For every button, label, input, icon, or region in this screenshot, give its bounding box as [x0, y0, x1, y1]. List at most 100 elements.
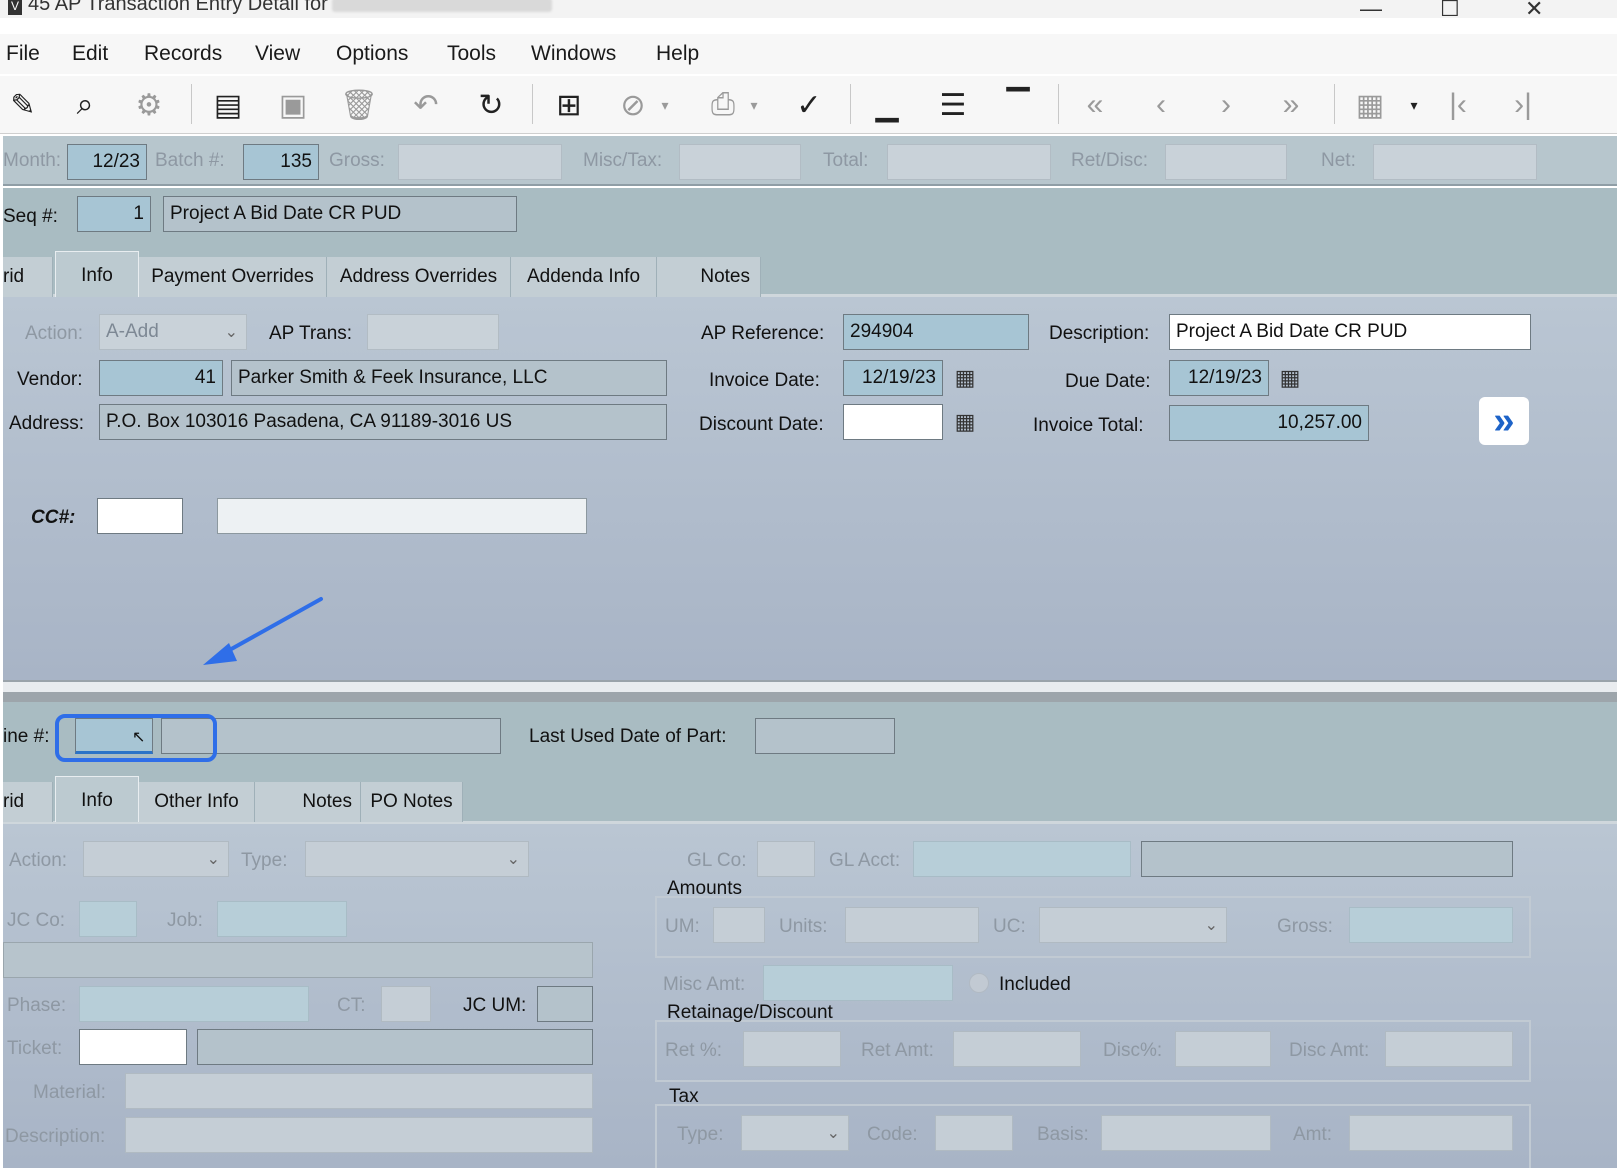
calendar-icon[interactable]: ▦: [949, 406, 981, 438]
line-action-dropdown[interactable]: ⌄: [83, 841, 229, 877]
maximize-button[interactable]: ☐: [1440, 0, 1460, 18]
layout-top-icon[interactable]: ▔: [995, 82, 1041, 128]
menu-view[interactable]: View: [255, 42, 300, 66]
line-description-input[interactable]: [125, 1117, 593, 1153]
minimize-button[interactable]: —: [1360, 0, 1382, 18]
disc-pct-field[interactable]: [1175, 1031, 1271, 1067]
undo-icon[interactable]: ↶: [403, 82, 449, 128]
tab-addenda-info[interactable]: Addenda Info: [511, 257, 657, 297]
ret-disc-field[interactable]: [1165, 144, 1287, 180]
layout-bottom-icon[interactable]: ▁: [864, 82, 910, 128]
next-record-icon[interactable]: ›: [1203, 82, 1249, 128]
description-field[interactable]: Project A Bid Date CR PUD: [1169, 314, 1531, 350]
jc-co-field[interactable]: [79, 901, 137, 937]
vendor-number-field[interactable]: 41: [99, 360, 223, 396]
included-checkbox[interactable]: [969, 973, 989, 993]
batch-field[interactable]: 135: [243, 144, 319, 180]
tab-notes[interactable]: Notes: [657, 257, 761, 297]
ap-reference-field[interactable]: 294904: [843, 314, 1029, 350]
seq-description-field[interactable]: Project A Bid Date CR PUD: [163, 196, 517, 232]
discount-date-field[interactable]: [843, 404, 943, 440]
tab-address-overrides[interactable]: Address Overrides: [327, 257, 511, 297]
misc-tax-field[interactable]: [679, 144, 801, 180]
close-button[interactable]: ✕: [1525, 0, 1543, 18]
tax-amt-field[interactable]: [1349, 1115, 1513, 1151]
menu-tools[interactable]: Tools: [447, 42, 496, 66]
binoculars-icon[interactable]: ⌕: [62, 82, 108, 128]
tab-info[interactable]: Info: [55, 776, 139, 822]
edit-form-icon[interactable]: ✎: [0, 82, 46, 128]
tab-po-notes[interactable]: PO Notes: [361, 782, 463, 822]
address-field[interactable]: P.O. Box 103016 Pasadena, CA 91189-3016 …: [99, 404, 667, 440]
tab-notes[interactable]: Notes: [255, 782, 361, 822]
ticket-description-field[interactable]: [197, 1029, 593, 1065]
line-gross-field[interactable]: [1349, 907, 1513, 943]
last-record-icon[interactable]: »: [1268, 82, 1314, 128]
units-field[interactable]: [845, 907, 979, 943]
cc-number-field[interactable]: [97, 498, 183, 534]
gl-co-field[interactable]: [757, 841, 815, 877]
menu-help[interactable]: Help: [656, 42, 699, 66]
double-chevron-right-icon[interactable]: »: [1479, 397, 1529, 445]
tab-grid[interactable]: rid: [3, 782, 53, 822]
tax-basis-field[interactable]: [1101, 1115, 1271, 1151]
refresh-icon[interactable]: ↻: [468, 82, 514, 128]
menu-edit[interactable]: Edit: [72, 42, 108, 66]
ct-field[interactable]: [381, 986, 431, 1022]
new-document-icon[interactable]: ▤: [205, 82, 251, 128]
line-type-dropdown[interactable]: ⌄: [305, 841, 529, 877]
attachment-dropdown-icon[interactable]: ▾: [655, 82, 675, 128]
layout-split-icon[interactable]: ☰: [930, 82, 976, 128]
tab-payment-overrides[interactable]: Payment Overrides: [139, 257, 327, 297]
month-field[interactable]: 12/23: [67, 144, 147, 180]
grid-settings-dropdown-icon[interactable]: ▾: [1404, 82, 1424, 128]
attachment-icon[interactable]: ⊘: [610, 82, 656, 128]
job-description-field[interactable]: [3, 942, 593, 978]
calendar-icon[interactable]: ▦: [1274, 362, 1306, 394]
calendar-icon[interactable]: ▦: [949, 362, 981, 394]
menu-options[interactable]: Options: [336, 42, 408, 66]
action-dropdown[interactable]: A-Add ⌄: [99, 314, 247, 350]
print-icon[interactable]: ⎙: [700, 82, 746, 128]
net-field[interactable]: [1373, 144, 1537, 180]
phase-field[interactable]: [79, 986, 309, 1022]
trash-icon[interactable]: 🗑: [336, 82, 382, 128]
print-dropdown-icon[interactable]: ▾: [744, 82, 764, 128]
ticket-field[interactable]: [79, 1029, 187, 1065]
last-used-date-field[interactable]: [755, 718, 895, 754]
ap-trans-field[interactable]: [367, 314, 499, 350]
menu-file[interactable]: File: [6, 42, 40, 66]
gear-icon[interactable]: ⚙: [126, 82, 172, 128]
tax-type-dropdown[interactable]: ⌄: [741, 1115, 849, 1151]
tab-grid[interactable]: rid: [3, 257, 53, 297]
cc-description-field[interactable]: [217, 498, 587, 534]
gl-acct-description-field[interactable]: [1141, 841, 1513, 877]
jc-um-field[interactable]: [537, 986, 593, 1022]
due-date-field[interactable]: 12/19/23: [1169, 360, 1269, 396]
um-field[interactable]: [713, 907, 765, 943]
menu-records[interactable]: Records: [144, 42, 222, 66]
save-icon[interactable]: ▣: [270, 82, 316, 128]
job-field[interactable]: [217, 901, 347, 937]
grid-icon[interactable]: ⊞: [546, 82, 592, 128]
first-line-icon[interactable]: |‹: [1435, 82, 1481, 128]
gross-field[interactable]: [398, 144, 562, 180]
grid-settings-icon[interactable]: ▦: [1347, 82, 1393, 128]
invoice-date-field[interactable]: 12/19/23: [843, 360, 943, 396]
spellcheck-icon[interactable]: ✓: [786, 82, 832, 128]
gl-acct-field[interactable]: [913, 841, 1131, 877]
material-field[interactable]: [125, 1073, 593, 1109]
misc-amt-field[interactable]: [763, 965, 953, 1001]
total-field[interactable]: [887, 144, 1051, 180]
tab-info[interactable]: Info: [55, 251, 139, 297]
tab-other-info[interactable]: Other Info: [139, 782, 255, 822]
pane-splitter[interactable]: [3, 680, 1617, 702]
disc-amt-field[interactable]: [1385, 1031, 1513, 1067]
previous-record-icon[interactable]: ‹: [1138, 82, 1184, 128]
seq-field[interactable]: 1: [77, 196, 151, 232]
vendor-name-field[interactable]: Parker Smith & Feek Insurance, LLC: [231, 360, 667, 396]
first-record-icon[interactable]: «: [1072, 82, 1118, 128]
menu-windows[interactable]: Windows: [531, 42, 616, 66]
invoice-total-field[interactable]: 10,257.00: [1169, 405, 1369, 441]
uc-dropdown[interactable]: ⌄: [1039, 907, 1227, 943]
